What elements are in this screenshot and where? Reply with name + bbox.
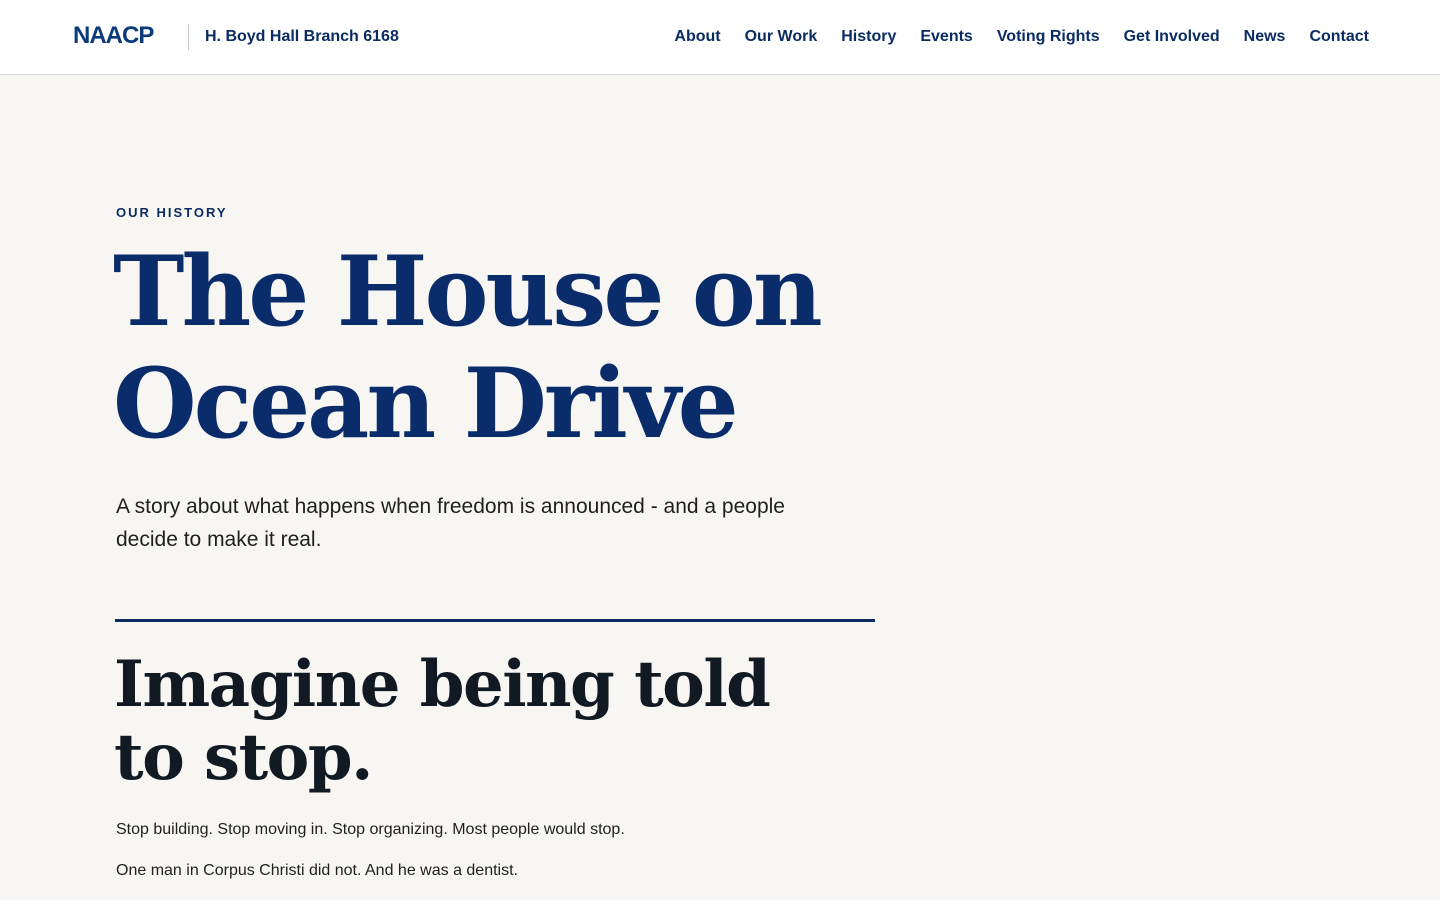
section-heading: Imagine being told to stop.: [114, 648, 894, 794]
section-heading-line-1: Imagine being told: [114, 647, 771, 722]
nav-events[interactable]: Events: [920, 27, 972, 47]
site-header: NAACP H. Boyd Hall Branch 6168 About Our…: [0, 0, 1440, 75]
story-paragraph: Stop building. Stop moving in. Stop orga…: [116, 821, 625, 838]
page-title: The House on Ocean Drive: [113, 236, 1013, 460]
nav-get-involved[interactable]: Get Involved: [1124, 27, 1220, 47]
nav-history[interactable]: History: [841, 27, 896, 47]
branch-name: H. Boyd Hall Branch 6168: [205, 28, 399, 45]
section-eyebrow: OUR HISTORY: [116, 205, 228, 220]
page-title-line-2: Ocean Drive: [113, 347, 739, 460]
section-heading-line-2: to stop.: [114, 720, 373, 795]
nav-our-work[interactable]: Our Work: [745, 27, 818, 47]
story-paragraph: One man in Corpus Christi did not. And h…: [116, 862, 518, 879]
nav-news[interactable]: News: [1244, 27, 1286, 47]
logo-divider: [188, 24, 189, 50]
page-subtitle: A story about what happens when freedom …: [116, 490, 836, 556]
naacp-logo[interactable]: NAACP: [73, 22, 154, 50]
nav-about[interactable]: About: [674, 27, 720, 47]
nav-contact[interactable]: Contact: [1309, 27, 1369, 47]
page-title-line-1: The House on: [113, 235, 823, 348]
page-subtitle-line-1: A story about what happens when freedom …: [116, 495, 785, 518]
main-nav: About Our Work History Events Voting Rig…: [674, 27, 1369, 47]
nav-voting-rights[interactable]: Voting Rights: [997, 27, 1100, 47]
section-divider: [115, 619, 875, 622]
page-subtitle-line-2: decide to make it real.: [116, 528, 322, 551]
